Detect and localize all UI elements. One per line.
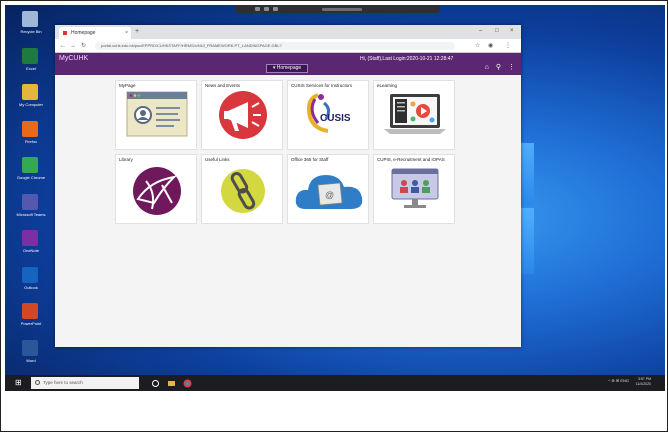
cloud-mail-icon: @ xyxy=(295,175,363,209)
desktop-icon-7[interactable]: Outlook xyxy=(13,265,49,305)
outlook-icon xyxy=(22,266,38,283)
tile-library[interactable]: Library xyxy=(115,154,197,224)
remote-monitor-bar xyxy=(235,5,440,13)
desktop-icon-label: Recycle Bin xyxy=(20,29,42,34)
cusis-logo-text: CUSIS xyxy=(320,113,351,124)
tab-title: Homepage xyxy=(71,30,96,36)
homepage-dropdown[interactable]: ▾ Homepage xyxy=(266,64,308,73)
desktop-icon-9[interactable]: Word xyxy=(13,338,49,378)
taskbar-clock[interactable]: 3:57 PM 11/4/2020 xyxy=(636,377,651,387)
folder-icon xyxy=(22,84,38,100)
tab-strip: Homepage × + – □ × xyxy=(55,25,521,39)
header-actions: ⌂ ⚲ ⋮ xyxy=(485,63,515,72)
tile-useful-links[interactable]: Useful Links xyxy=(201,154,283,224)
tab-homepage[interactable]: Homepage × xyxy=(59,27,131,39)
reload-icon[interactable]: ↻ xyxy=(81,41,86,51)
browser-window: Homepage × + – □ × ← → ↻ portal.cuhk.edu… xyxy=(55,25,521,347)
desktop-icon-label: OneNote xyxy=(22,248,39,253)
screenshot-frame: Recycle Bin Excel My Computer Firefox Google… xyxy=(0,0,668,432)
desktop-icon-6[interactable]: OneNote xyxy=(13,228,49,268)
bookmark-star-icon[interactable]: ☆ xyxy=(475,41,480,51)
new-tab-button[interactable]: + xyxy=(135,27,139,37)
desktop-icon-4[interactable]: Google Chrome xyxy=(13,155,49,195)
desktop-icon-8[interactable]: PowerPoint xyxy=(13,301,49,341)
forward-icon[interactable]: → xyxy=(70,41,76,51)
taskbar-search-box[interactable]: Type here to search xyxy=(31,377,139,389)
windows-logo-pane xyxy=(521,208,534,274)
desktop-icon-label: Firefox xyxy=(24,138,38,144)
back-icon[interactable]: ← xyxy=(60,41,66,51)
desktop-icon-label: Outlook xyxy=(24,284,38,290)
maximize-button[interactable]: □ xyxy=(495,27,499,35)
tile-mypage[interactable]: MyPage xyxy=(115,80,197,150)
library-bird-icon xyxy=(133,167,181,215)
desktop-icon-1[interactable]: Excel xyxy=(13,46,49,86)
tile-office-365-for-staff[interactable]: Office 365 for Staff @ xyxy=(287,154,369,224)
tile-elearning[interactable]: eLearning xyxy=(373,80,455,150)
desktop-icon-2[interactable]: My Computer xyxy=(13,82,49,122)
mycuhk-logo[interactable]: MyCUHK xyxy=(59,55,88,63)
tile-cusis-services-for-instructors[interactable]: CUSIS Services for Instructors CUSIS xyxy=(287,80,369,150)
tile-area: MyPage News and Events CUSIS Services fo… xyxy=(55,75,521,347)
excel-icon xyxy=(22,47,38,64)
desktop-icon-label: Excel xyxy=(26,65,36,71)
favicon-icon xyxy=(63,31,67,35)
cusis-logo-icon: CUSIS xyxy=(307,93,351,133)
task-view-icon[interactable] xyxy=(151,379,160,388)
tab-close-icon[interactable]: × xyxy=(125,27,128,39)
address-bar: ← → ↻ portal.cuhk.edu.hk/psc/EPPRD/CUHKS… xyxy=(55,39,521,53)
megaphone-icon xyxy=(219,91,267,139)
teams-icon xyxy=(22,193,38,210)
chain-link-icon xyxy=(221,169,265,213)
windows-desktop: Recycle Bin Excel My Computer Firefox Google… xyxy=(5,5,665,391)
desktop-icon-label: Google Chrome xyxy=(16,175,46,180)
close-window-button[interactable]: × xyxy=(510,27,514,35)
desktop-icon-0[interactable]: Recycle Bin xyxy=(13,9,49,49)
onenote-icon xyxy=(22,230,38,246)
desktop-icon-label: Microsoft Teams xyxy=(16,211,46,217)
desktop-icon-3[interactable]: Firefox xyxy=(13,119,49,159)
at-sign-icon: @ xyxy=(325,190,334,200)
system-tray[interactable]: ^ ⊕ ✉ ENG xyxy=(608,378,629,383)
portal-header: MyCUHK ▾ Homepage Hi, (Staff),Last Login… xyxy=(55,53,521,75)
profile-icon[interactable]: ◉ xyxy=(488,41,493,51)
user-login-info: Hi, (Staff),Last Login:2020-10-21 12:28:… xyxy=(360,56,454,62)
search-icon[interactable]: ⚲ xyxy=(496,63,501,72)
url-field[interactable]: portal.cuhk.edu.hk/psc/EPPRD/CUHKSTAFF/H… xyxy=(95,42,455,50)
minimize-button[interactable]: – xyxy=(479,27,482,35)
word-icon xyxy=(22,339,38,356)
laptop-video-icon xyxy=(384,94,446,134)
more-options-icon[interactable]: ⋮ xyxy=(508,63,515,72)
clock-date: 11/4/2020 xyxy=(635,382,651,386)
chrome-taskbar-icon[interactable] xyxy=(183,379,192,388)
chrome-icon xyxy=(22,157,38,173)
powerpoint-icon xyxy=(22,303,38,319)
windows-logo-pane xyxy=(521,143,534,205)
tile-news-and-events[interactable]: News and Events xyxy=(201,80,283,150)
windows-taskbar: ⊞ Type here to search ^ ⊕ ✉ ENG 3:57 PM … xyxy=(5,375,665,391)
desktop-icon-label: Word xyxy=(26,357,36,363)
search-icon xyxy=(35,380,40,385)
firefox-icon xyxy=(22,120,38,137)
computer-users-icon xyxy=(391,168,439,208)
desktop-icon-label: My Computer xyxy=(18,102,43,107)
recycle-bin-icon xyxy=(22,11,38,27)
home-icon[interactable]: ⌂ xyxy=(485,63,489,72)
profile-card-icon xyxy=(126,91,188,137)
desktop-icon-label: PowerPoint xyxy=(20,321,42,326)
tile-cupis-erecruitment-iopas[interactable]: CUPIS, e-Recruitment and iOPAS xyxy=(373,154,455,224)
file-explorer-icon[interactable] xyxy=(167,379,176,388)
windows-start-icon[interactable]: ⊞ xyxy=(15,379,22,387)
browser-menu-icon[interactable]: ⋮ xyxy=(505,41,511,51)
desktop-icon-5[interactable]: Microsoft Teams xyxy=(13,192,49,232)
